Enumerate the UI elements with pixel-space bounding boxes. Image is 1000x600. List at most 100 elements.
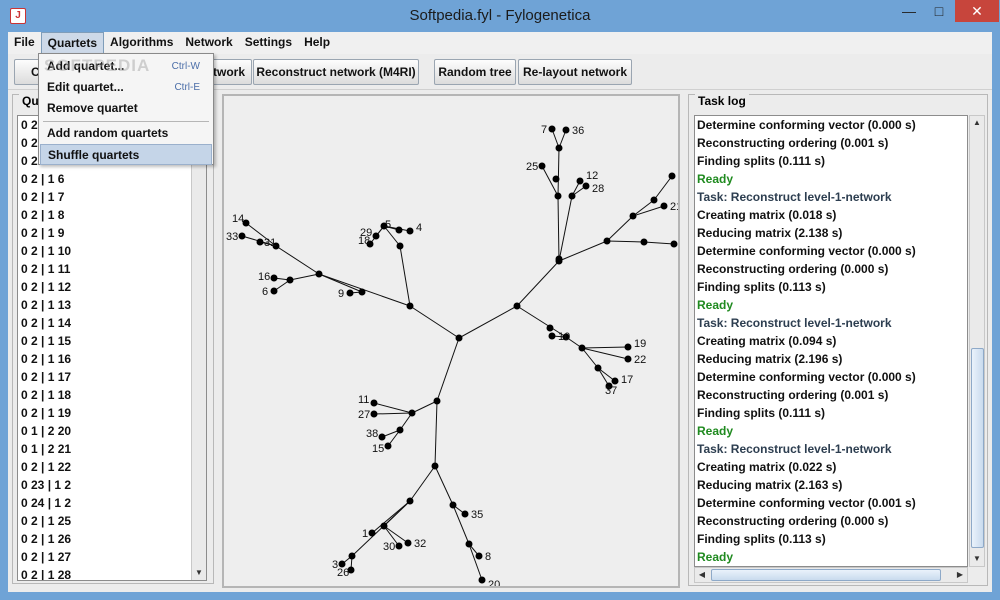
network-internal-node[interactable] <box>568 192 576 200</box>
hscroll-thumb[interactable] <box>711 569 941 581</box>
network-internal-node[interactable] <box>650 196 658 204</box>
network-internal-node[interactable] <box>380 522 388 530</box>
list-item[interactable]: 0 2 | 1 15 <box>18 332 206 350</box>
list-item[interactable]: 0 23 | 1 2 <box>18 476 206 494</box>
network-internal-node[interactable] <box>406 302 414 310</box>
random-tree-button[interactable]: Random tree <box>434 59 516 85</box>
scroll-left-icon[interactable]: ◀ <box>695 568 709 582</box>
network-leaf-node[interactable] <box>475 552 483 560</box>
network-leaf-node[interactable] <box>346 289 354 297</box>
network-leaf-node[interactable] <box>548 125 556 133</box>
network-leaf-node[interactable] <box>384 442 392 450</box>
network-leaf-node[interactable] <box>624 343 632 351</box>
list-item[interactable]: 0 2 | 1 19 <box>18 404 206 422</box>
list-item[interactable]: 0 2 | 1 13 <box>18 296 206 314</box>
list-item[interactable]: 0 24 | 1 2 <box>18 494 206 512</box>
network-internal-node[interactable] <box>594 364 602 372</box>
list-item[interactable]: 0 2 | 1 22 <box>18 458 206 476</box>
menu-quartets[interactable]: Quartets <box>40 32 105 54</box>
network-leaf-node[interactable] <box>461 510 469 518</box>
network-leaf-node[interactable] <box>404 539 412 547</box>
network-leaf-node[interactable] <box>538 162 546 170</box>
network-internal-node[interactable] <box>358 288 366 296</box>
quartets-list[interactable]: 0 20 20 20 2 | 1 60 2 | 1 70 2 | 1 80 2 … <box>17 115 207 581</box>
network-internal-node[interactable] <box>406 497 414 505</box>
list-item[interactable]: 0 1 | 2 21 <box>18 440 206 458</box>
scroll-down-icon[interactable]: ▼ <box>192 566 206 580</box>
network-leaf-node[interactable] <box>270 274 278 282</box>
network-leaf-node[interactable] <box>395 542 403 550</box>
reconstruct-m4ri-button[interactable]: Reconstruct network (M4RI) <box>253 59 419 85</box>
close-icon[interactable]: ✕ <box>955 0 999 22</box>
list-item[interactable]: 0 2 | 1 14 <box>18 314 206 332</box>
relayout-network-button[interactable]: Re-layout network <box>518 59 632 85</box>
task-log-hscrollbar[interactable]: ◀ ▶ <box>694 567 968 583</box>
network-internal-node[interactable] <box>455 334 463 342</box>
network-leaf-node[interactable] <box>270 287 278 295</box>
task-log-scrollbar[interactable]: ▲ ▼ <box>969 115 985 567</box>
network-leaf-node[interactable] <box>406 227 414 235</box>
list-item[interactable]: 0 1 | 2 20 <box>18 422 206 440</box>
network-leaf-node[interactable] <box>372 232 380 240</box>
list-item[interactable]: 0 2 | 1 18 <box>18 386 206 404</box>
network-leaf-node[interactable] <box>624 355 632 363</box>
menu-help[interactable]: Help <box>298 32 336 54</box>
network-leaf-node[interactable] <box>548 332 556 340</box>
list-item[interactable]: 0 2 | 1 12 <box>18 278 206 296</box>
scroll-right-icon[interactable]: ▶ <box>953 568 967 582</box>
network-leaf-node[interactable] <box>370 410 378 418</box>
list-item[interactable]: 0 2 | 1 27 <box>18 548 206 566</box>
network-leaf-node[interactable] <box>611 377 619 385</box>
network-leaf-node[interactable] <box>238 232 246 240</box>
network-internal-node[interactable] <box>396 426 404 434</box>
list-item[interactable]: 0 2 | 1 28 <box>18 566 206 580</box>
network-canvas[interactable]: 7362512282212314333116692918541019221737… <box>222 94 680 588</box>
network-internal-node[interactable] <box>315 270 323 278</box>
network-leaf-node[interactable] <box>582 182 590 190</box>
menu-settings[interactable]: Settings <box>239 32 298 54</box>
network-internal-node[interactable] <box>396 242 404 250</box>
network-leaf-node[interactable] <box>576 177 584 185</box>
network-internal-node[interactable] <box>408 409 416 417</box>
network-internal-node[interactable] <box>348 552 356 560</box>
network-internal-node[interactable] <box>629 212 637 220</box>
network-internal-node[interactable] <box>513 302 521 310</box>
network-internal-node[interactable] <box>554 192 562 200</box>
network-leaf-node[interactable] <box>368 529 376 537</box>
list-item[interactable]: 0 2 | 1 26 <box>18 530 206 548</box>
menu-edit-quartet[interactable]: Edit quartet... Ctrl-E <box>40 77 212 98</box>
network-internal-node[interactable] <box>465 540 473 548</box>
menu-remove-quartet[interactable]: Remove quartet <box>40 98 212 119</box>
network-leaf-node[interactable] <box>370 399 378 407</box>
list-item[interactable]: 0 2 | 1 7 <box>18 188 206 206</box>
network-internal-node[interactable] <box>431 462 439 470</box>
network-internal-node[interactable] <box>286 276 294 284</box>
network-internal-node[interactable] <box>433 397 441 405</box>
network-leaf-node[interactable] <box>478 576 486 584</box>
network-leaf-node[interactable] <box>256 238 264 246</box>
network-leaf-node[interactable] <box>660 202 668 210</box>
network-leaf-node[interactable] <box>668 172 676 180</box>
network-internal-node[interactable] <box>555 144 563 152</box>
list-item[interactable]: 0 2 | 1 8 <box>18 206 206 224</box>
menu-algorithms[interactable]: Algorithms <box>104 32 179 54</box>
list-item[interactable]: 0 2 | 1 11 <box>18 260 206 278</box>
network-internal-node[interactable] <box>552 175 560 183</box>
minimize-icon[interactable]: — <box>895 0 923 22</box>
menu-shuffle-quartets[interactable]: Shuffle quartets <box>40 144 212 165</box>
list-item[interactable]: 0 2 | 1 6 <box>18 170 206 188</box>
list-item[interactable]: 0 2 | 1 16 <box>18 350 206 368</box>
network-internal-node[interactable] <box>640 238 648 246</box>
network-internal-node[interactable] <box>603 237 611 245</box>
network-internal-node[interactable] <box>555 255 563 263</box>
scroll-down-icon[interactable]: ▼ <box>970 552 984 566</box>
list-item[interactable]: 0 2 | 1 25 <box>18 512 206 530</box>
network-internal-node[interactable] <box>578 344 586 352</box>
network-leaf-node[interactable] <box>670 240 678 248</box>
network-internal-node[interactable] <box>546 324 554 332</box>
network-graph[interactable]: 7362512282212314333116692918541019221737… <box>224 96 678 586</box>
scroll-up-icon[interactable]: ▲ <box>970 116 984 130</box>
list-item[interactable]: 0 2 | 1 9 <box>18 224 206 242</box>
network-leaf-node[interactable] <box>378 433 386 441</box>
menu-add-random-quartets[interactable]: Add random quartets <box>40 123 212 144</box>
